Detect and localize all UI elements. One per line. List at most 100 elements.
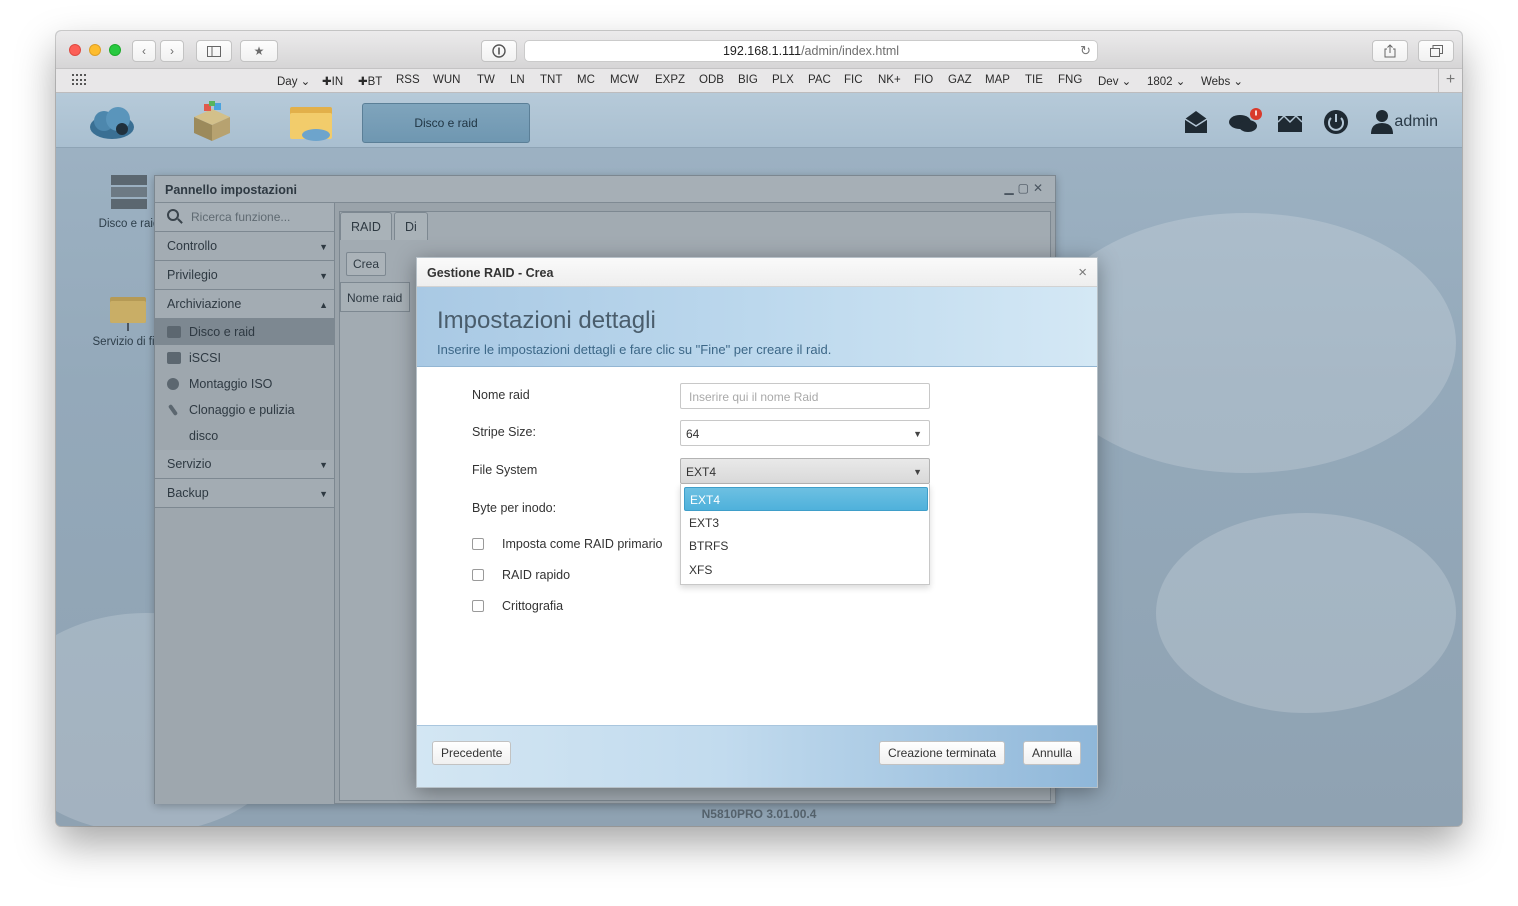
sidebar-section-archiviazione[interactable]: Archiviazione ▲: [155, 290, 334, 319]
share-button[interactable]: [1372, 40, 1408, 62]
sidebar-item-clone-cont[interactable]: disco: [155, 423, 334, 449]
privacy-button[interactable]: [481, 40, 517, 62]
power-icon[interactable]: [1322, 108, 1350, 136]
sidebar-toggle-button[interactable]: [196, 40, 232, 62]
close-icon[interactable]: ×: [1078, 264, 1087, 281]
bookmarks-bar: Day ⌄ ✚IN ✚BT RSS WUN TW LN TNT MC MCW E…: [56, 69, 1462, 93]
tab-disks[interactable]: Di: [394, 212, 428, 240]
nome-raid-placeholder: Inserire qui il nome Raid: [689, 390, 819, 404]
bookmark-big[interactable]: BIG: [738, 74, 758, 86]
bookmark-pac[interactable]: PAC: [808, 74, 831, 86]
maximize-icon[interactable]: ▢: [1018, 181, 1033, 195]
column-header-nome-raid[interactable]: Nome raid: [340, 282, 410, 312]
share-icon: [1384, 44, 1396, 58]
bookmark-plx[interactable]: PLX: [772, 74, 794, 86]
package-app-icon[interactable]: [186, 100, 238, 143]
browser-window: ‹ › ★ 192.168.1.111/admin/index.html ↻ D…: [56, 31, 1462, 826]
panel-title: Pannello impostazioni ▁▢✕: [155, 176, 1055, 203]
window-zoom-button[interactable]: [109, 44, 121, 56]
nas-desktop: Disco e raid admin Disco e raid Servizio…: [56, 93, 1462, 826]
sidebar-section-label: Servizio: [167, 457, 212, 471]
address-bar[interactable]: 192.168.1.111/admin/index.html ↻: [524, 40, 1098, 62]
sidebar-item-clone[interactable]: Clonaggio e pulizia: [155, 397, 334, 423]
bookmark-1802[interactable]: 1802 ⌄: [1147, 74, 1185, 88]
fs-option-btrfs[interactable]: BTRFS: [684, 534, 928, 558]
bookmark-gaz[interactable]: GAZ: [948, 74, 972, 86]
encryption-checkbox[interactable]: [472, 600, 484, 612]
bookmark-expz[interactable]: EXPZ: [655, 74, 685, 86]
sidebar-item-iso[interactable]: Montaggio ISO: [155, 371, 334, 397]
sidebar-item-disco-raid[interactable]: Disco e raid: [155, 319, 334, 345]
new-tab-button[interactable]: +: [1438, 69, 1462, 92]
sidebar-section-controllo[interactable]: Controllo ▼: [155, 232, 334, 261]
previous-button[interactable]: Precedente: [432, 741, 512, 765]
search-icon: [167, 209, 179, 221]
bookmark-mc[interactable]: MC: [577, 74, 595, 86]
sidebar-item-label: Clonaggio e pulizia: [189, 403, 295, 417]
stripe-size-label: Stripe Size:: [472, 425, 536, 439]
bookmark-in[interactable]: ✚IN: [322, 74, 343, 88]
bookmark-tnt[interactable]: TNT: [540, 74, 562, 86]
bookmark-day[interactable]: Day ⌄: [277, 74, 310, 88]
bookmark-webs[interactable]: Webs ⌄: [1201, 74, 1243, 88]
fs-option-ext3[interactable]: EXT3: [684, 511, 928, 535]
cloud-decoration: [1036, 213, 1456, 473]
tab-raid[interactable]: RAID: [340, 212, 392, 240]
bookmark-nk[interactable]: NK+: [878, 74, 901, 86]
bookmark-ln[interactable]: LN: [510, 74, 525, 86]
primary-raid-checkbox[interactable]: [472, 538, 484, 550]
bookmark-rss[interactable]: RSS: [396, 74, 420, 86]
url-path: /admin/index.html: [801, 44, 900, 58]
window-minimize-button[interactable]: [89, 44, 101, 56]
active-app-tab[interactable]: Disco e raid: [362, 103, 530, 143]
bookmark-tw[interactable]: TW: [477, 74, 495, 86]
reload-icon[interactable]: ↻: [1080, 41, 1091, 61]
broom-icon: [167, 403, 179, 417]
fs-option-ext4[interactable]: EXT4: [684, 487, 928, 511]
tabs-overview-button[interactable]: [1418, 40, 1454, 62]
bookmark-fng[interactable]: FNG: [1058, 74, 1082, 86]
stripe-size-select[interactable]: 64 ▼: [680, 420, 930, 446]
chat-notification-icon[interactable]: [1228, 108, 1262, 136]
sidebar-section-backup[interactable]: Backup ▼: [155, 479, 334, 508]
finish-button[interactable]: Creazione terminata: [879, 741, 1006, 765]
window-close-button[interactable]: [69, 44, 81, 56]
cancel-button[interactable]: Annulla: [1023, 741, 1082, 765]
minimize-icon[interactable]: ▁: [1004, 181, 1017, 195]
caret-down-icon: ▼: [319, 242, 328, 252]
bookmark-wun[interactable]: WUN: [433, 74, 460, 86]
function-search-input[interactable]: Ricerca funzione...: [155, 203, 334, 232]
file-system-select[interactable]: EXT4 ▼: [680, 458, 930, 484]
app-launcher-bar: Disco e raid admin: [56, 93, 1462, 148]
nome-raid-input[interactable]: Inserire qui il nome Raid: [680, 383, 930, 409]
quick-raid-checkbox[interactable]: [472, 569, 484, 581]
bookmarks-button[interactable]: ★: [240, 40, 278, 62]
bookmark-fic[interactable]: FIC: [844, 74, 863, 86]
sidebar-item-iscsi[interactable]: iSCSI: [155, 345, 334, 371]
checkbox-label: Crittografia: [502, 599, 564, 613]
bookmark-tie[interactable]: TIE: [1025, 74, 1043, 86]
user-name[interactable]: admin: [1394, 113, 1438, 131]
fs-option-xfs[interactable]: XFS: [684, 558, 928, 582]
create-raid-button[interactable]: Crea: [346, 252, 387, 276]
folder-app-icon[interactable]: [286, 101, 338, 143]
network-icon[interactable]: [1276, 108, 1304, 136]
bookmark-fio[interactable]: FIO: [914, 74, 933, 86]
mail-icon[interactable]: [1182, 108, 1210, 136]
close-icon[interactable]: ✕: [1033, 181, 1047, 195]
apps-grid-icon[interactable]: [72, 74, 86, 86]
raid-create-dialog: Gestione RAID - Crea × Impostazioni dett…: [416, 257, 1098, 788]
bookmark-dev[interactable]: Dev ⌄: [1098, 74, 1131, 88]
bookmark-bt[interactable]: ✚BT: [358, 74, 382, 88]
dialog-heading: Impostazioni dettagli: [437, 307, 656, 334]
sidebar-section-servizio[interactable]: Servizio ▼: [155, 450, 334, 479]
forward-button[interactable]: ›: [160, 40, 184, 62]
bookmark-map[interactable]: MAP: [985, 74, 1010, 86]
storage-icon: [111, 175, 147, 209]
bookmark-odb[interactable]: ODB: [699, 74, 724, 86]
url-host: 192.168.1.111: [722, 44, 802, 58]
back-button[interactable]: ‹: [132, 40, 156, 62]
sidebar-section-privilegio[interactable]: Privilegio ▼: [155, 261, 334, 290]
cloud-app-icon[interactable]: [86, 101, 138, 143]
bookmark-mcw[interactable]: MCW: [610, 74, 639, 86]
